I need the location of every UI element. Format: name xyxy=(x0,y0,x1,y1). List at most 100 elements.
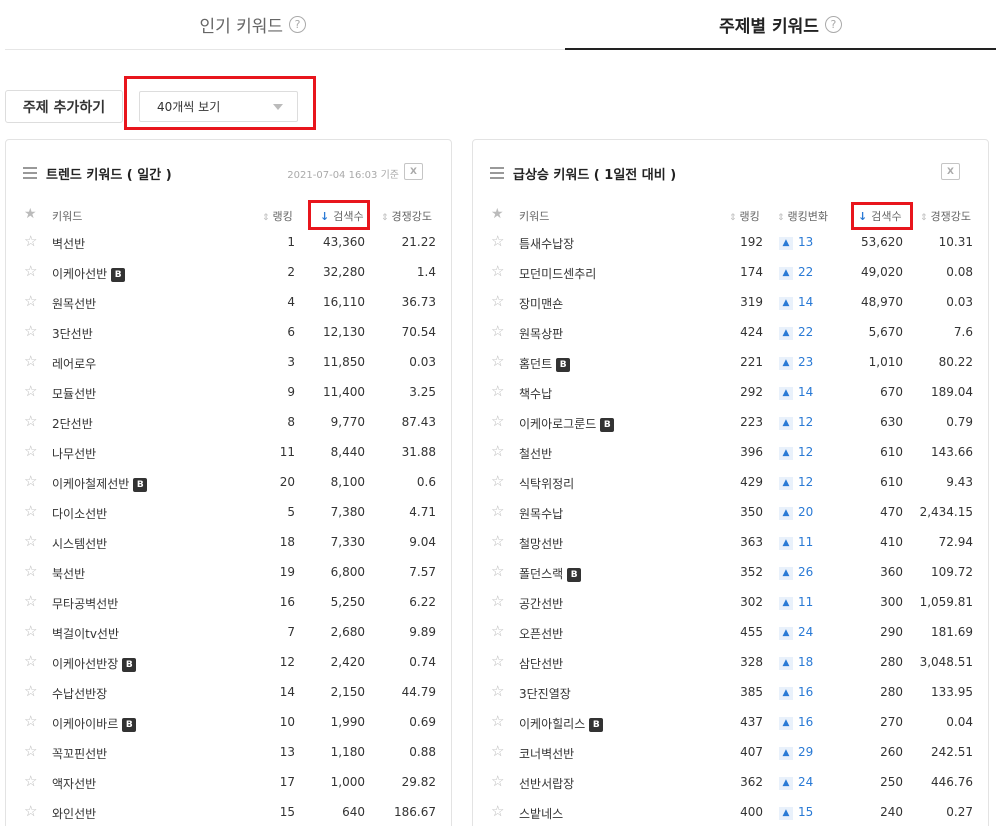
table-row[interactable]: ☆ 틈새수납장 192 ▲ 13 53,620 10.31 xyxy=(473,228,988,258)
keyword-cell[interactable]: 원목선반 xyxy=(52,295,96,312)
keyword-cell[interactable]: 이케아철제선반 B xyxy=(52,475,148,492)
star-icon[interactable]: ☆ xyxy=(491,592,504,610)
star-icon[interactable]: ☆ xyxy=(491,262,504,280)
star-icon[interactable]: ☆ xyxy=(491,802,504,820)
table-row[interactable]: ☆ 모던미드센추리 174 ▲ 22 49,020 0.08 xyxy=(473,258,988,288)
keyword-cell[interactable]: 벽걸이tv선반 xyxy=(52,625,119,642)
star-icon[interactable]: ☆ xyxy=(24,682,37,700)
star-icon[interactable]: ☆ xyxy=(491,442,504,460)
table-row[interactable]: ☆ 공간선반 302 ▲ 11 300 1,059.81 xyxy=(473,588,988,618)
keyword-cell[interactable]: 나무선반 xyxy=(52,445,96,462)
star-icon[interactable]: ☆ xyxy=(24,322,37,340)
keyword-cell[interactable]: 이케아선반 B xyxy=(52,265,126,282)
keyword-cell[interactable]: 시스템선반 xyxy=(52,535,107,552)
menu-icon[interactable] xyxy=(23,167,37,179)
star-icon[interactable]: ☆ xyxy=(491,292,504,310)
table-row[interactable]: ☆ 선반서랍장 362 ▲ 24 250 446.76 xyxy=(473,768,988,798)
keyword-cell[interactable]: 폴던스랙 B xyxy=(519,565,582,582)
table-row[interactable]: ☆ 식탁위정리 429 ▲ 12 610 9.43 xyxy=(473,468,988,498)
star-icon[interactable]: ☆ xyxy=(24,742,37,760)
table-row[interactable]: ☆ 이케아철제선반 B 20 8,100 0.6 xyxy=(6,468,451,498)
star-icon[interactable]: ☆ xyxy=(24,262,37,280)
star-icon[interactable]: ☆ xyxy=(24,232,37,250)
star-icon[interactable]: ☆ xyxy=(491,532,504,550)
table-row[interactable]: ☆ 벽선반 1 43,360 21.22 xyxy=(6,228,451,258)
star-icon[interactable]: ☆ xyxy=(24,592,37,610)
keyword-cell[interactable]: 수납선반장 xyxy=(52,685,107,702)
col-change[interactable]: ⇕ 랭킹변화 xyxy=(777,208,828,224)
star-icon[interactable]: ☆ xyxy=(491,502,504,520)
keyword-cell[interactable]: 이케아이바르 B xyxy=(52,715,137,732)
keyword-cell[interactable]: 모듈선반 xyxy=(52,385,96,402)
table-row[interactable]: ☆ 삼단선반 328 ▲ 18 280 3,048.51 xyxy=(473,648,988,678)
table-row[interactable]: ☆ 철망선반 363 ▲ 11 410 72.94 xyxy=(473,528,988,558)
keyword-cell[interactable]: 2단선반 xyxy=(52,415,93,432)
keyword-cell[interactable]: 레어로우 xyxy=(52,355,96,372)
table-row[interactable]: ☆ 3단진열장 385 ▲ 16 280 133.95 xyxy=(473,678,988,708)
excel-icon[interactable]: X xyxy=(941,163,960,180)
star-icon[interactable]: ☆ xyxy=(491,772,504,790)
table-row[interactable]: ☆ 나무선반 11 8,440 31.88 xyxy=(6,438,451,468)
table-row[interactable]: ☆ 원목선반 4 16,110 36.73 xyxy=(6,288,451,318)
star-icon[interactable]: ☆ xyxy=(24,802,37,820)
star-icon[interactable]: ☆ xyxy=(24,562,37,580)
star-icon[interactable]: ☆ xyxy=(491,562,504,580)
table-row[interactable]: ☆ 철선반 396 ▲ 12 610 143.66 xyxy=(473,438,988,468)
keyword-cell[interactable]: 홈던트 B xyxy=(519,355,571,372)
keyword-cell[interactable]: 코너벽선반 xyxy=(519,745,574,762)
table-row[interactable]: ☆ 오픈선반 455 ▲ 24 290 181.69 xyxy=(473,618,988,648)
col-rank[interactable]: ⇕ 랭킹 xyxy=(729,208,760,224)
keyword-cell[interactable]: 스밭네스 xyxy=(519,805,563,822)
keyword-cell[interactable]: 책수납 xyxy=(519,385,552,402)
keyword-cell[interactable]: 선반서랍장 xyxy=(519,775,574,792)
star-icon[interactable]: ☆ xyxy=(491,472,504,490)
keyword-cell[interactable]: 벽선반 xyxy=(52,235,85,252)
table-row[interactable]: ☆ 다이소선반 5 7,380 4.71 xyxy=(6,498,451,528)
col-rank[interactable]: ⇕ 랭킹 xyxy=(262,208,293,224)
table-row[interactable]: ☆ 폴던스랙 B 352 ▲ 26 360 109.72 xyxy=(473,558,988,588)
table-row[interactable]: ☆ 책수납 292 ▲ 14 670 189.04 xyxy=(473,378,988,408)
keyword-cell[interactable]: 틈새수납장 xyxy=(519,235,574,252)
star-icon[interactable]: ★ xyxy=(491,206,504,222)
keyword-cell[interactable]: 무타공벽선반 xyxy=(52,595,118,612)
keyword-cell[interactable]: 와인선반 xyxy=(52,805,96,822)
table-row[interactable]: ☆ 원목수납 350 ▲ 20 470 2,434.15 xyxy=(473,498,988,528)
star-icon[interactable]: ☆ xyxy=(491,322,504,340)
col-compete[interactable]: ⇕ 경쟁강도 xyxy=(920,208,971,224)
table-row[interactable]: ☆ 시스템선반 18 7,330 9.04 xyxy=(6,528,451,558)
table-row[interactable]: ☆ 이케아힐리스 B 437 ▲ 16 270 0.04 xyxy=(473,708,988,738)
table-row[interactable]: ☆ 이케아로그룬드 B 223 ▲ 12 630 0.79 xyxy=(473,408,988,438)
table-row[interactable]: ☆ 3단선반 6 12,130 70.54 xyxy=(6,318,451,348)
star-icon[interactable]: ☆ xyxy=(24,502,37,520)
star-icon[interactable]: ☆ xyxy=(24,532,37,550)
question-icon[interactable]: ? xyxy=(289,16,307,33)
keyword-cell[interactable]: 오픈선반 xyxy=(519,625,563,642)
menu-icon[interactable] xyxy=(490,167,504,179)
table-row[interactable]: ☆ 꼭꼬핀선반 13 1,180 0.88 xyxy=(6,738,451,768)
star-icon[interactable]: ☆ xyxy=(24,712,37,730)
keyword-cell[interactable]: 철선반 xyxy=(519,445,552,462)
star-icon[interactable]: ☆ xyxy=(491,652,504,670)
keyword-cell[interactable]: 3단진열장 xyxy=(519,685,571,702)
keyword-cell[interactable]: 모던미드센추리 xyxy=(519,265,596,282)
table-row[interactable]: ☆ 액자선반 17 1,000 29.82 xyxy=(6,768,451,798)
question-icon[interactable]: ? xyxy=(824,15,842,33)
table-row[interactable]: ☆ 와인선반 15 640 186.67 xyxy=(6,798,451,826)
table-row[interactable]: ☆ 장미맨숀 319 ▲ 14 48,970 0.03 xyxy=(473,288,988,318)
table-row[interactable]: ☆ 이케아선반장 B 12 2,420 0.74 xyxy=(6,648,451,678)
star-icon[interactable]: ☆ xyxy=(491,352,504,370)
keyword-cell[interactable]: 이케아로그룬드 B xyxy=(519,415,615,432)
table-row[interactable]: ☆ 레어로우 3 11,850 0.03 xyxy=(6,348,451,378)
table-row[interactable]: ☆ 수납선반장 14 2,150 44.79 xyxy=(6,678,451,708)
star-icon[interactable]: ☆ xyxy=(491,622,504,640)
keyword-cell[interactable]: 액자선반 xyxy=(52,775,96,792)
star-icon[interactable]: ☆ xyxy=(491,232,504,250)
star-icon[interactable]: ☆ xyxy=(24,622,37,640)
star-icon[interactable]: ☆ xyxy=(491,682,504,700)
table-row[interactable]: ☆ 코너벽선반 407 ▲ 29 260 242.51 xyxy=(473,738,988,768)
keyword-cell[interactable]: 원목수납 xyxy=(519,505,563,522)
star-icon[interactable]: ☆ xyxy=(24,412,37,430)
table-row[interactable]: ☆ 2단선반 8 9,770 87.43 xyxy=(6,408,451,438)
keyword-cell[interactable]: 삼단선반 xyxy=(519,655,563,672)
add-topic-button[interactable]: 주제 추가하기 xyxy=(5,90,123,123)
